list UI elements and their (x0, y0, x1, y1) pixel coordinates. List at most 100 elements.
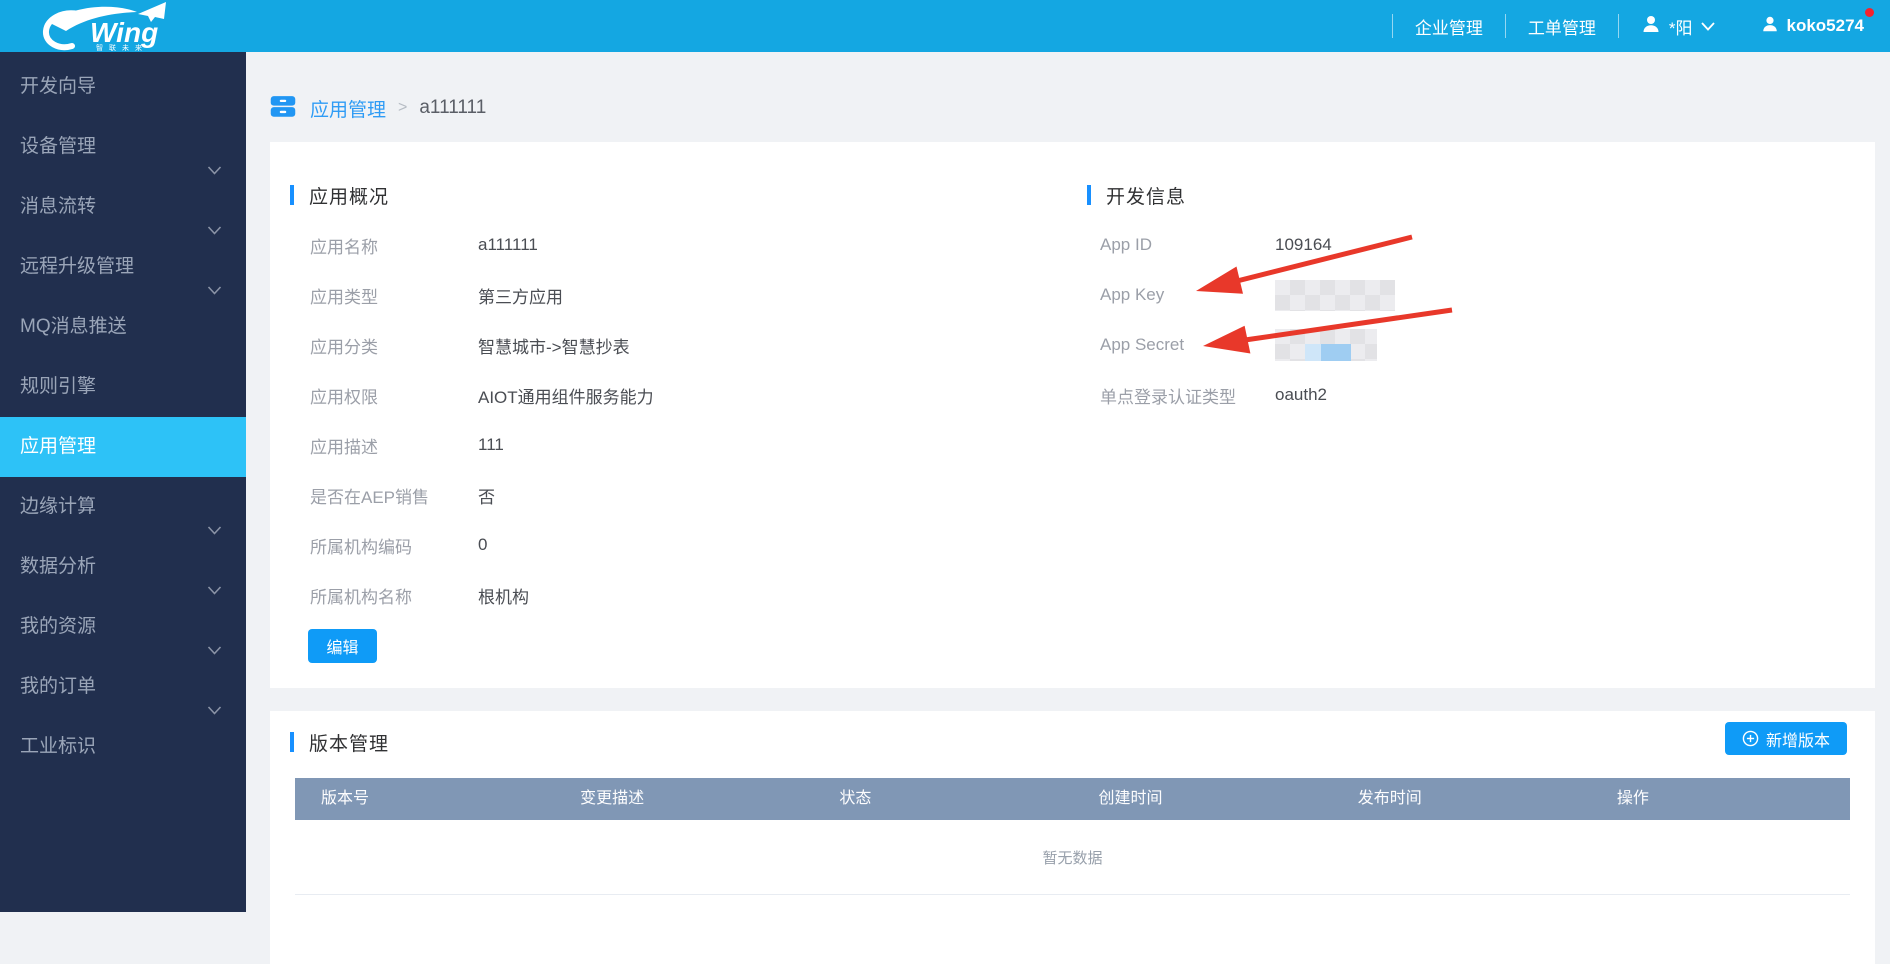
col-change-desc: 变更描述 (554, 778, 813, 820)
navbar-right: 企业管理 工单管理 *阳 koko5274 (1370, 0, 1864, 52)
field-row: 是否在AEP销售否 (310, 470, 1050, 520)
field-row: App ID109164 (1100, 220, 1660, 270)
sidebar-item-data-analysis[interactable]: 数据分析 (0, 537, 246, 597)
sidebar-item-app-mgmt[interactable]: 应用管理 (0, 417, 246, 477)
col-actions: 操作 (1591, 778, 1850, 820)
top-navbar: Wing 智联未来 企业管理 工单管理 *阳 koko5274 (0, 0, 1890, 52)
section-bar (290, 732, 294, 752)
field-value: a111111 (478, 235, 538, 255)
field-label: 应用类型 (310, 283, 478, 308)
col-version: 版本号 (295, 778, 554, 820)
field-label: 应用名称 (310, 233, 478, 258)
sidebar-nav: 开发向导 设备管理 消息流转 远程升级管理 MQ消息推送 规则引擎 应用管理 边… (0, 52, 246, 912)
sidebar-item-my-orders[interactable]: 我的订单 (0, 657, 246, 717)
sidebar-item-label: 我的资源 (20, 616, 96, 637)
col-status: 状态 (813, 778, 1072, 820)
sidebar-item-label: 远程升级管理 (20, 256, 134, 277)
field-label: 应用权限 (310, 383, 478, 408)
field-row: 应用权限AIOT通用组件服务能力 (310, 370, 1050, 420)
field-label: App Key (1100, 285, 1275, 305)
field-row: 所属机构名称根机构 (310, 570, 1050, 620)
sidebar-item-label: 数据分析 (20, 556, 96, 577)
breadcrumb-app-mgmt-link[interactable]: 应用管理 (310, 95, 386, 122)
user-name: *阳 (1669, 14, 1693, 39)
sidebar-item-label: 规则引擎 (20, 376, 96, 397)
sidebar-item-label: MQ消息推送 (20, 316, 127, 337)
user-icon (1641, 14, 1661, 39)
field-row: 应用类型第三方应用 (310, 270, 1050, 320)
versions-section-header: 版本管理 (290, 731, 389, 753)
nav-divider (1505, 14, 1506, 38)
sidebar-item-edge-computing[interactable]: 边缘计算 (0, 477, 246, 537)
versions-table: 版本号 变更描述 状态 创建时间 发布时间 操作 暂无数据 (295, 778, 1850, 895)
field-value: 第三方应用 (478, 283, 563, 308)
sidebar-item-label: 工业标识 (20, 736, 96, 757)
sidebar-item-device-mgmt[interactable]: 设备管理 (0, 117, 246, 177)
sidebar-item-label: 应用管理 (20, 436, 96, 457)
field-row: 应用描述111 (310, 420, 1050, 470)
add-version-button[interactable]: 新增版本 (1725, 722, 1847, 755)
devinfo-fields: App ID109164 App Key App Secret 单点登录认证类型… (1100, 220, 1660, 420)
field-label: 所属机构名称 (310, 583, 478, 608)
field-row: 应用名称a111111 (310, 220, 1050, 270)
section-bar (1087, 185, 1091, 205)
field-value: 111 (478, 435, 504, 455)
sidebar-item-rule-engine[interactable]: 规则引擎 (0, 357, 246, 417)
notification-badge (1865, 8, 1874, 17)
version-mgmt-card: 版本管理 新增版本 版本号 变更描述 状态 创建时间 发布时间 操作 暂无数据 (270, 711, 1875, 964)
brand-tagline: 智联未来 (96, 43, 148, 51)
overview-section-header: 应用概况 (290, 184, 389, 206)
breadcrumb-separator: > (398, 99, 407, 117)
overview-title: 应用概况 (309, 182, 389, 209)
sidebar-item-mq-push[interactable]: MQ消息推送 (0, 297, 246, 357)
nav-link-enterprise[interactable]: 企业管理 (1415, 14, 1483, 39)
edit-button[interactable]: 编辑 (308, 629, 377, 663)
field-value: oauth2 (1275, 385, 1327, 405)
field-row: 所属机构编码0 (310, 520, 1050, 570)
section-bar (290, 185, 294, 205)
field-value: 109164 (1275, 235, 1332, 255)
field-label: 是否在AEP销售 (310, 483, 478, 508)
nav-divider (1618, 14, 1619, 38)
field-row: App Secret (1100, 320, 1660, 370)
nav-link-workorder[interactable]: 工单管理 (1528, 14, 1596, 39)
field-row: 单点登录认证类型oauth2 (1100, 370, 1660, 420)
sidebar-item-label: 设备管理 (20, 136, 96, 157)
field-row: 应用分类智慧城市->智慧抄表 (310, 320, 1050, 370)
app-box-icon (268, 92, 298, 125)
field-label: App Secret (1100, 335, 1275, 355)
field-label: 应用分类 (310, 333, 478, 358)
versions-table-header: 版本号 变更描述 状态 创建时间 发布时间 操作 (295, 778, 1850, 820)
field-value: 智慧城市->智慧抄表 (478, 333, 630, 358)
mosaic-tile (1305, 344, 1321, 361)
breadcrumb-current: a111111 (419, 97, 486, 119)
ctwing-logo[interactable]: Wing 智联未来 (38, 1, 198, 51)
col-created-time: 创建时间 (1073, 778, 1332, 820)
app-detail-card: 应用概况 应用名称a111111 应用类型第三方应用 应用分类智慧城市->智慧抄… (270, 142, 1875, 688)
field-row: App Key (1100, 270, 1660, 320)
chevron-down-icon (1701, 16, 1715, 36)
sidebar-item-message-flow[interactable]: 消息流转 (0, 177, 246, 237)
field-label: 所属机构编码 (310, 533, 478, 558)
sidebar-item-dev-wizard[interactable]: 开发向导 (0, 57, 246, 117)
col-publish-time: 发布时间 (1332, 778, 1591, 820)
field-value: 根机构 (478, 583, 529, 608)
empty-state: 暂无数据 (295, 820, 1850, 895)
field-value: AIOT通用组件服务能力 (478, 383, 654, 408)
add-version-label: 新增版本 (1766, 727, 1830, 751)
sidebar-item-my-resources[interactable]: 我的资源 (0, 597, 246, 657)
account-icon (1761, 15, 1779, 38)
sidebar-item-label: 开发向导 (20, 76, 96, 97)
sidebar-item-label: 边缘计算 (20, 496, 96, 517)
account-menu[interactable]: koko5274 (1761, 15, 1865, 38)
field-label: 单点登录认证类型 (1100, 383, 1275, 408)
overview-fields: 应用名称a111111 应用类型第三方应用 应用分类智慧城市->智慧抄表 应用权… (310, 220, 1050, 620)
sidebar-item-remote-upgrade[interactable]: 远程升级管理 (0, 237, 246, 297)
field-label: 应用描述 (310, 433, 478, 458)
user-menu[interactable]: *阳 (1641, 14, 1715, 39)
breadcrumb: 应用管理 > a111111 (268, 88, 486, 128)
sidebar-item-label: 我的订单 (20, 676, 96, 697)
sidebar-item-industrial-id[interactable]: 工业标识 (0, 717, 246, 777)
sidebar-item-label: 消息流转 (20, 196, 96, 217)
devinfo-section-header: 开发信息 (1087, 184, 1186, 206)
